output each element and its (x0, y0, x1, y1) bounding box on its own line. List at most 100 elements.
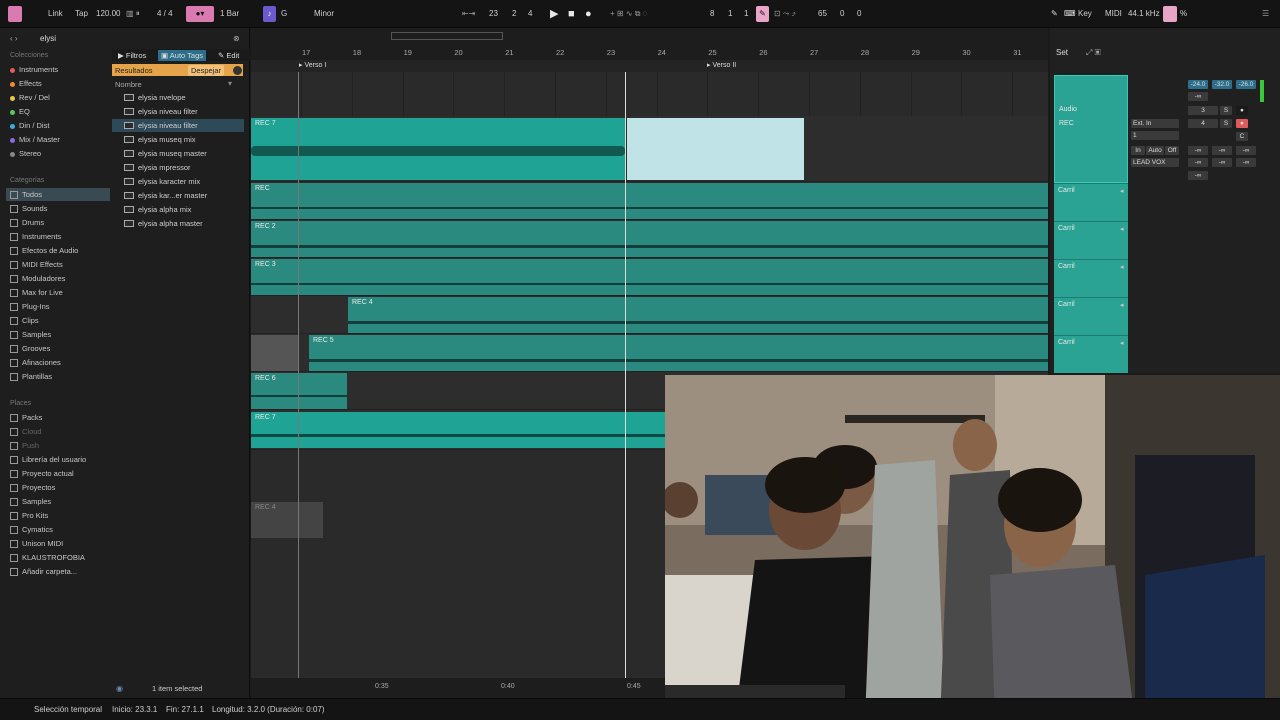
track-lane-header[interactable]: Carril ◂ (1054, 259, 1128, 297)
track-rec-3[interactable]: REC 3 (251, 258, 1048, 296)
track-lane-header[interactable]: Carril ◂ (1054, 183, 1128, 221)
scale-mode-icon[interactable]: ♪ (263, 6, 276, 22)
beat-ruler[interactable]: 17 18 19 20 21 22 23 24 25 26 27 28 29 30 31 (251, 46, 1048, 60)
collection-item[interactable]: Din / Dist (10, 120, 49, 132)
place-item[interactable]: Push (10, 440, 39, 452)
volume-a[interactable]: -24.0 (1188, 80, 1208, 89)
clear-button[interactable]: Despejar (188, 65, 225, 76)
category-item[interactable]: Samples (10, 329, 51, 341)
draw-mode-icon[interactable]: ✎ (756, 6, 769, 22)
record-mode-icon[interactable]: ●▾ (186, 6, 214, 22)
menu-icon[interactable]: ☰ (1262, 6, 1269, 22)
loop-start-beat[interactable]: 1 (728, 6, 732, 22)
view-toggle-icon[interactable] (8, 6, 22, 22)
place-item[interactable]: Cymatics (10, 524, 53, 536)
place-item[interactable]: Proyectos (10, 482, 55, 494)
position-bar[interactable]: 23 (489, 6, 498, 22)
track-rec-5[interactable]: REC 5 (251, 334, 1048, 372)
scale-select[interactable]: Minor (314, 6, 334, 22)
name-column-header[interactable]: Nombre (115, 80, 142, 89)
place-item[interactable]: Proyecto actual (10, 468, 74, 480)
category-item[interactable]: Grooves (10, 343, 50, 355)
track-rec-2[interactable]: REC 2 (251, 220, 1048, 258)
category-item[interactable]: Instruments (10, 231, 61, 243)
arm-icon[interactable]: ● (1236, 106, 1248, 115)
collection-item[interactable]: Mix / Master (10, 134, 60, 146)
category-item[interactable]: Drums (10, 217, 44, 229)
category-item[interactable]: Plug-Ins (10, 301, 50, 313)
audio-clip[interactable]: REC 5 (309, 335, 1048, 371)
place-item[interactable]: Packs (10, 412, 42, 424)
playhead[interactable] (625, 72, 626, 678)
keyboard-icon[interactable]: ⌨ (1064, 6, 1076, 22)
category-item[interactable]: Max for Live (10, 287, 63, 299)
collection-item[interactable]: Effects (10, 78, 42, 90)
track-rec-7[interactable]: REC 7 (251, 116, 1048, 182)
monitor-off-button[interactable]: Off (1165, 146, 1179, 155)
expand-icon[interactable]: ⤢ ▣ (1086, 48, 1101, 58)
send-b[interactable]: -∞ (1212, 146, 1232, 155)
record-icon[interactable]: ● (585, 6, 592, 22)
place-item[interactable]: KLAUSTROFOBIA (10, 552, 85, 564)
fold-icon[interactable]: ◂ (1120, 263, 1124, 271)
overview-viewport[interactable] (391, 32, 503, 40)
collection-item[interactable]: Instruments (10, 64, 58, 76)
category-item[interactable]: Plantillas (10, 371, 52, 383)
autotags-button[interactable]: ▣ Auto Tags (158, 50, 206, 61)
result-item[interactable]: elysia alpha mix (124, 203, 191, 216)
fold-icon[interactable]: ◂ (1120, 339, 1124, 347)
position-sixteenth[interactable]: 4 (528, 6, 532, 22)
collection-item[interactable]: Rev / Del (10, 92, 50, 104)
send-c[interactable]: -∞ (1236, 146, 1256, 155)
meter-field[interactable]: 4 / 4 (157, 6, 173, 22)
fold-icon[interactable]: ◂ (1120, 301, 1124, 309)
track-rec-4[interactable]: REC 4 (251, 296, 1048, 334)
volume-c[interactable]: -26.0 (1236, 80, 1256, 89)
fold-icon[interactable]: ◂ (1120, 187, 1124, 195)
result-item[interactable]: elysia museq master (124, 147, 207, 160)
key-select[interactable]: G (281, 6, 287, 22)
input-channel-select[interactable]: 1 (1131, 131, 1179, 140)
collection-item[interactable]: Stereo (10, 148, 41, 160)
place-item[interactable]: Cloud (10, 426, 42, 438)
info-icon[interactable] (232, 65, 243, 76)
search-input[interactable]: elysi (40, 34, 56, 43)
record-arm-button[interactable]: ● (1236, 119, 1248, 128)
result-item[interactable]: elysia niveau filter (124, 105, 198, 118)
result-item[interactable]: elysia kar...er master (124, 189, 207, 202)
follow-icon[interactable]: ⇤⇥ (462, 6, 475, 22)
edit-button[interactable]: ✎ Edit (218, 51, 239, 60)
play-icon[interactable]: ▶ (550, 6, 558, 22)
locator-verso-2[interactable]: ▸ Verso II (707, 61, 736, 69)
collection-item[interactable]: EQ (10, 106, 30, 118)
solo-button-2[interactable]: S (1220, 119, 1232, 128)
loop-start-sixteenth[interactable]: 1 (744, 6, 748, 22)
locator-strip[interactable]: ▸ Verso I ▸ Verso II (251, 60, 1048, 72)
track-number[interactable]: 3 (1188, 106, 1218, 115)
audio-clip[interactable]: REC 2 (251, 221, 1048, 257)
metronome-icon[interactable]: ▥ ⏸ (126, 6, 140, 22)
result-item[interactable]: elysia niveau filter (112, 119, 244, 132)
quantize-select[interactable]: 1 Bar (220, 6, 239, 22)
fold-icon[interactable]: ◂ (1120, 225, 1124, 233)
loop-start-bar[interactable]: 8 (710, 6, 714, 22)
track-rec[interactable]: REC (251, 182, 1048, 220)
result-item[interactable]: elysia nvelope (124, 91, 186, 104)
locator-verso-1[interactable]: ▸ Verso I (299, 61, 326, 69)
time-selection[interactable] (627, 118, 804, 180)
track-lane-header[interactable]: Carril ◂ (1054, 335, 1128, 373)
audio-clip[interactable]: REC 3 (251, 259, 1048, 295)
result-item[interactable]: elysia karacter mix (124, 175, 200, 188)
category-item[interactable]: Todos (10, 189, 42, 201)
place-item[interactable]: Pro Kits (10, 510, 48, 522)
category-item[interactable]: Efectos de Audio (10, 245, 78, 257)
send-d[interactable]: -∞ (1188, 158, 1208, 167)
sort-icon[interactable]: ▾ (228, 79, 232, 88)
result-item[interactable]: elysia museq mix (124, 133, 196, 146)
category-item[interactable]: Afinaciones (10, 357, 61, 369)
place-item[interactable]: Añadir carpeta... (10, 566, 77, 578)
output-select[interactable]: LEAD VOX (1131, 158, 1179, 167)
punch-icon[interactable]: ⊡ ⤳ ⤴ (774, 6, 796, 22)
pencil-icon[interactable]: ✎ (1051, 6, 1058, 22)
overview-strip[interactable] (251, 28, 1048, 46)
